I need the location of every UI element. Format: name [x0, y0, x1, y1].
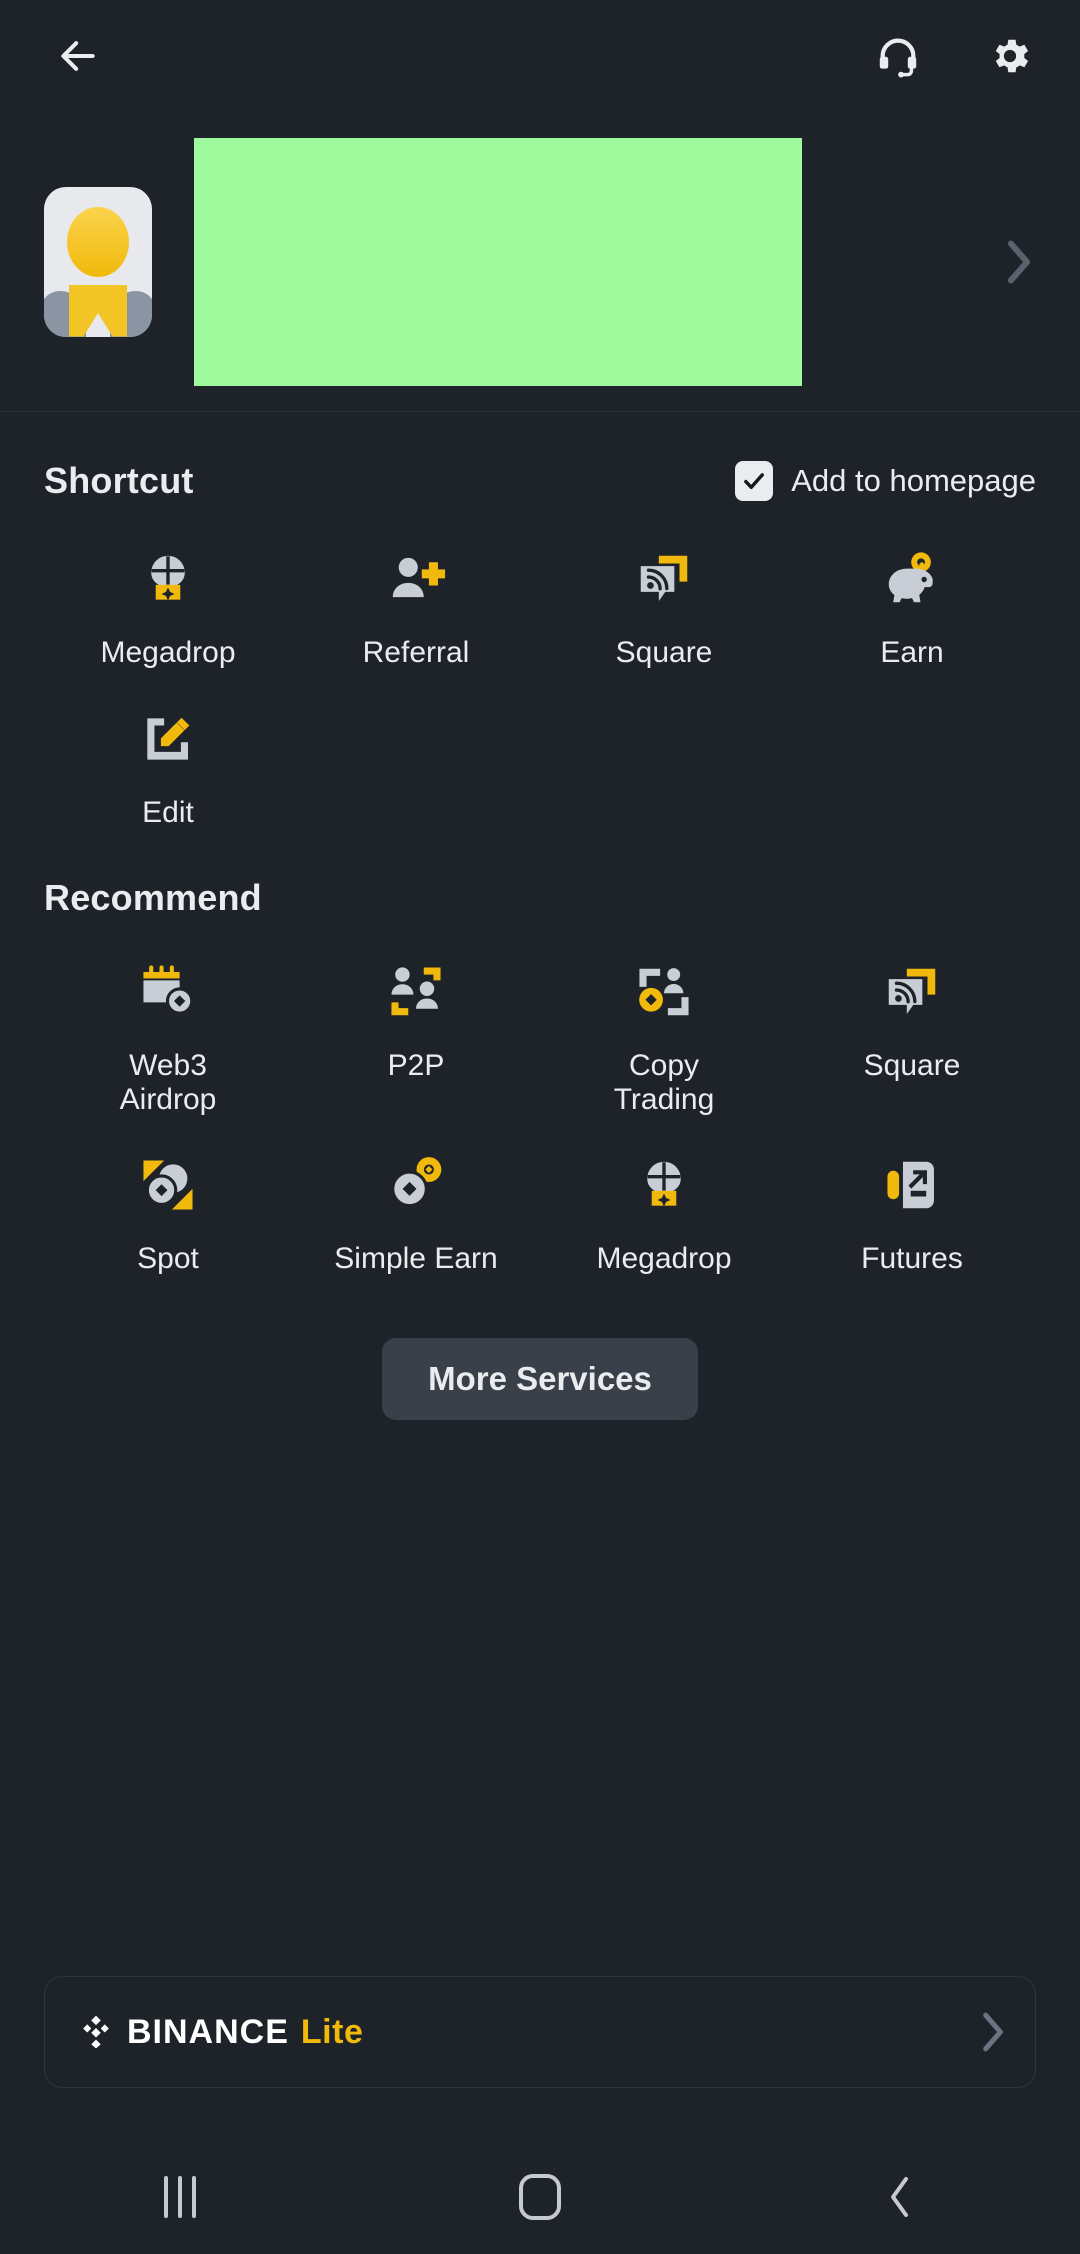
check-icon	[744, 473, 765, 490]
recommend-item-simple-earn[interactable]: Simple Earn	[292, 1152, 540, 1276]
recommend-item-label: Spot	[137, 1242, 199, 1276]
shortcut-item-label: Edit	[142, 795, 194, 829]
chevron-right-icon	[983, 2012, 1003, 2052]
binance-lite-brand: BINANCE Lite	[77, 2013, 363, 2052]
avatar-collar	[69, 284, 127, 337]
shortcut-grid: Megadrop Referral Square Earn Edit	[44, 502, 1036, 829]
shortcut-section: Shortcut Add to homepage Megadrop Referr…	[0, 412, 1080, 829]
square-icon	[879, 959, 945, 1025]
recommend-item-label: P2P	[387, 1049, 445, 1083]
binance-brand-text: BINANCE	[127, 2012, 289, 2051]
recommend-item-web3-airdrop[interactable]: Web3 Airdrop	[44, 959, 292, 1116]
chevron-right-icon	[1007, 240, 1031, 283]
back-chevron-icon	[891, 2177, 908, 2217]
binance-diamond-logo	[83, 2015, 109, 2049]
promo-banner[interactable]	[194, 137, 802, 386]
recommend-item-square[interactable]: Square	[788, 959, 1036, 1116]
simple-earn-icon	[383, 1152, 449, 1218]
arrow-left-icon	[61, 41, 95, 71]
megadrop-icon	[135, 546, 201, 612]
back-button[interactable]	[44, 22, 112, 90]
avatar[interactable]	[44, 186, 152, 337]
add-to-homepage-label: Add to homepage	[791, 463, 1036, 498]
recommend-item-label: Futures	[861, 1242, 963, 1276]
shortcut-title: Shortcut	[44, 460, 194, 501]
shortcut-item-label: Earn	[880, 636, 944, 669]
profile-banner-row[interactable]	[0, 112, 1080, 412]
settings-button[interactable]	[976, 22, 1044, 90]
shortcut-item-edit[interactable]: Edit	[44, 706, 292, 830]
profile-open-button[interactable]	[802, 239, 1050, 285]
recommend-item-label: Square	[863, 1049, 961, 1083]
gear-icon	[995, 39, 1029, 73]
app-bar	[0, 0, 1080, 112]
piggy-bank-icon	[879, 546, 945, 612]
recommend-item-label: Simple Earn	[334, 1242, 498, 1276]
shortcut-item-square[interactable]: Square	[540, 546, 788, 670]
headset-icon	[879, 38, 917, 78]
recommend-section: Recommend Web3 Airdrop P2P Copy Trading …	[0, 829, 1080, 1276]
web3-airdrop-icon	[135, 959, 201, 1025]
home-icon	[519, 2174, 561, 2220]
binance-lite-banner[interactable]: BINANCE Lite	[44, 1976, 1036, 2088]
avatar-head	[67, 206, 129, 277]
recommend-item-label: Web3 Airdrop	[119, 1049, 217, 1116]
recommend-item-megadrop[interactable]: Megadrop	[540, 1152, 788, 1276]
binance-lite-open-button[interactable]	[979, 2011, 1005, 2053]
android-nav-bar	[0, 2140, 1080, 2254]
recommend-grid: Web3 Airdrop P2P Copy Trading Square Spo…	[44, 919, 1036, 1276]
customer-support-button[interactable]	[864, 22, 932, 90]
megadrop-icon	[631, 1152, 697, 1218]
recommend-item-label: Copy Trading	[613, 1049, 715, 1116]
add-to-homepage-checkbox[interactable]	[735, 461, 774, 501]
edit-icon	[135, 706, 201, 772]
app-screen: Shortcut Add to homepage Megadrop Referr…	[0, 0, 1080, 2254]
futures-icon	[879, 1152, 945, 1218]
shortcut-header: Shortcut Add to homepage	[44, 412, 1036, 502]
shortcut-item-earn[interactable]: Earn	[788, 546, 1036, 670]
more-services-button[interactable]: More Services	[382, 1337, 698, 1420]
shortcut-item-megadrop[interactable]: Megadrop	[44, 546, 292, 670]
more-services-wrap: More Services	[0, 1276, 1080, 1420]
nav-recents-button[interactable]	[100, 2157, 260, 2237]
recommend-item-p2p[interactable]: P2P	[292, 959, 540, 1116]
copy-trading-icon	[631, 959, 697, 1025]
recommend-item-spot[interactable]: Spot	[44, 1152, 292, 1276]
recommend-item-futures[interactable]: Futures	[788, 1152, 1036, 1276]
shortcut-item-label: Square	[615, 636, 713, 669]
recommend-item-copy-trading[interactable]: Copy Trading	[540, 959, 788, 1116]
recommend-item-label: Megadrop	[596, 1242, 732, 1276]
shortcut-item-label: Referral	[362, 636, 470, 669]
nav-home-button[interactable]	[460, 2157, 620, 2237]
shortcut-item-label: Megadrop	[100, 636, 236, 669]
shortcut-item-referral[interactable]: Referral	[292, 546, 540, 670]
recommend-title: Recommend	[44, 877, 262, 919]
p2p-icon	[383, 959, 449, 1025]
spot-icon	[135, 1152, 201, 1218]
referral-icon	[383, 546, 449, 612]
lite-suffix-text: Lite	[300, 2012, 364, 2051]
add-to-homepage-toggle[interactable]: Add to homepage	[735, 461, 1036, 501]
recents-icon	[164, 2176, 196, 2218]
nav-back-button[interactable]	[820, 2157, 980, 2237]
square-icon	[631, 546, 697, 612]
